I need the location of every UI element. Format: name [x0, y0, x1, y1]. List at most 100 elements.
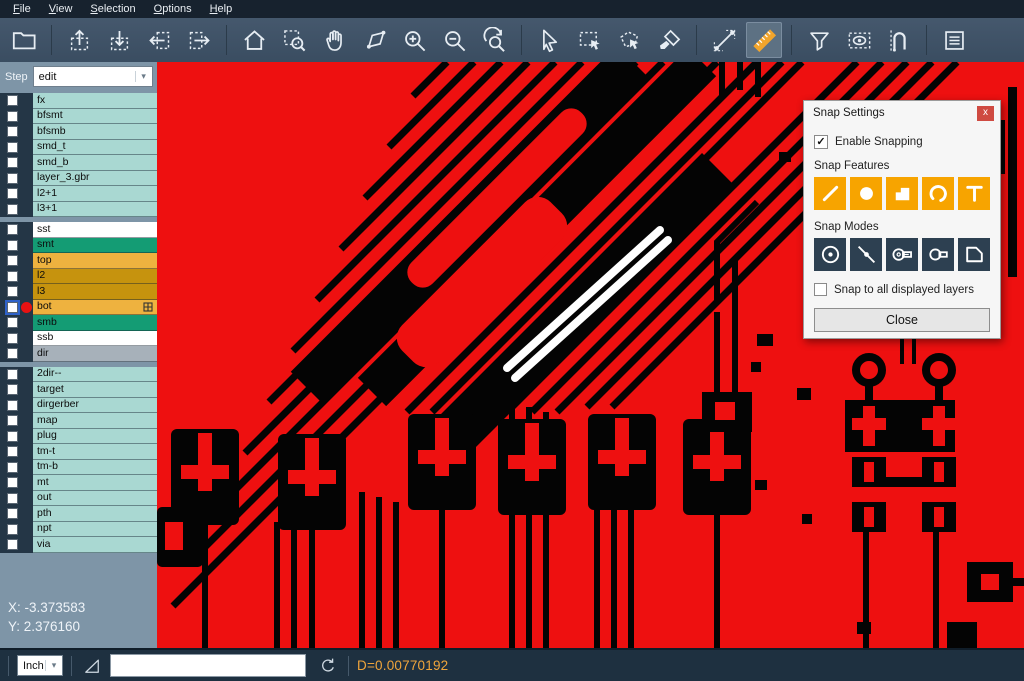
layer-name[interactable]: smt	[33, 238, 157, 254]
layer-row-smd_t[interactable]: smd_t	[0, 140, 157, 156]
snap-feature-line-button[interactable]	[814, 177, 846, 210]
dialog-titlebar[interactable]: Snap Settings x	[804, 101, 1000, 125]
tool-layer-panel-button[interactable]	[936, 22, 972, 58]
tool-box-arrow-left-button[interactable]	[141, 22, 177, 58]
layer-visibility-checkbox[interactable]	[7, 524, 18, 535]
layer-name[interactable]: layer_3.gbr	[33, 171, 157, 187]
layer-row-pth[interactable]: pth	[0, 506, 157, 522]
snap-feature-text-button[interactable]	[958, 177, 990, 210]
layer-name[interactable]: l2	[33, 269, 157, 285]
step-select[interactable]: edit ▾	[33, 66, 153, 87]
layer-row-sst[interactable]: sst	[0, 222, 157, 238]
layer-row-plug[interactable]: plug	[0, 429, 157, 445]
menu-item-file[interactable]: File	[4, 0, 40, 18]
layer-visibility-checkbox[interactable]	[7, 415, 18, 426]
menu-item-view[interactable]: View	[40, 0, 82, 18]
tool-box-arrow-down-button[interactable]	[101, 22, 137, 58]
layer-name[interactable]: plug	[33, 429, 157, 445]
angle-icon[interactable]	[80, 654, 104, 678]
layer-visibility-checkbox[interactable]	[7, 111, 18, 122]
layer-visibility-checkbox[interactable]	[7, 446, 18, 457]
snap-mode-center-button[interactable]	[814, 238, 846, 271]
layer-row-l3[interactable]: l3	[0, 284, 157, 300]
tool-box-arrow-right-button[interactable]	[181, 22, 217, 58]
tool-zoom-skew-button[interactable]	[356, 22, 392, 58]
layer-visibility-checkbox[interactable]	[7, 271, 18, 282]
tool-box-arrow-up-button[interactable]	[61, 22, 97, 58]
snap-all-layers-checkbox[interactable]	[814, 283, 827, 296]
layer-name[interactable]: bfsmt	[33, 109, 157, 125]
layer-name[interactable]: smd_b	[33, 155, 157, 171]
tool-open-folder-button[interactable]	[6, 22, 42, 58]
snap-mode-on-line-button[interactable]	[850, 238, 882, 271]
menu-item-help[interactable]: Help	[201, 0, 242, 18]
layer-row-fx[interactable]: fx	[0, 93, 157, 109]
layer-row-bot[interactable]: bot	[0, 300, 157, 316]
unit-select[interactable]: Inch ▾	[17, 655, 63, 676]
refresh-icon[interactable]	[316, 654, 340, 678]
tool-zoom-window-button[interactable]	[276, 22, 312, 58]
layer-visibility-checkbox[interactable]	[7, 333, 18, 344]
layer-name[interactable]: pth	[33, 506, 157, 522]
layer-name[interactable]: via	[33, 537, 157, 553]
layer-row-npt[interactable]: npt	[0, 522, 157, 538]
layer-name[interactable]: top	[33, 253, 157, 269]
snap-feature-arc-button[interactable]	[922, 177, 954, 210]
layer-row-l3+1[interactable]: l3+1	[0, 202, 157, 218]
layer-row-dir[interactable]: dir	[0, 346, 157, 362]
layer-row-smb[interactable]: smb	[0, 315, 157, 331]
layer-name[interactable]: npt	[33, 522, 157, 538]
layer-row-l2+1[interactable]: l2+1	[0, 186, 157, 202]
layer-row-bfsmt[interactable]: bfsmt	[0, 109, 157, 125]
layer-name[interactable]: 2dir--	[33, 367, 157, 383]
layer-row-smd_b[interactable]: smd_b	[0, 155, 157, 171]
layer-visibility-checkbox[interactable]	[7, 508, 18, 519]
layer-name[interactable]: fx	[33, 93, 157, 109]
layer-name[interactable]: smd_t	[33, 140, 157, 156]
layer-name[interactable]: tm-t	[33, 444, 157, 460]
tool-measure-line-button[interactable]	[706, 22, 742, 58]
layer-name[interactable]: smb	[33, 315, 157, 331]
tool-select-rect-button[interactable]	[571, 22, 607, 58]
layer-visibility-checkbox[interactable]	[7, 369, 18, 380]
layer-row-map[interactable]: map	[0, 413, 157, 429]
tool-home-button[interactable]	[236, 22, 272, 58]
layer-visibility-checkbox[interactable]	[7, 142, 18, 153]
layer-name[interactable]: out	[33, 491, 157, 507]
tool-zoom-in-button[interactable]	[396, 22, 432, 58]
dialog-close-button[interactable]: Close	[814, 308, 990, 332]
snap-feature-surface-button[interactable]	[886, 177, 918, 210]
layer-visibility-checkbox[interactable]	[7, 317, 18, 328]
layer-visibility-checkbox[interactable]	[7, 95, 18, 106]
layer-name[interactable]: tm-b	[33, 460, 157, 476]
layer-visibility-checkbox[interactable]	[7, 188, 18, 199]
layer-visibility-checkbox[interactable]	[7, 126, 18, 137]
layer-name[interactable]: mt	[33, 475, 157, 491]
layer-name[interactable]: bfsmb	[33, 124, 157, 140]
layer-name[interactable]: sst	[33, 222, 157, 238]
layer-name[interactable]: dirgerber	[33, 398, 157, 414]
layer-row-bfsmb[interactable]: bfsmb	[0, 124, 157, 140]
tool-view-box-button[interactable]	[841, 22, 877, 58]
layer-visibility-checkbox[interactable]	[7, 431, 18, 442]
layer-row-out[interactable]: out	[0, 491, 157, 507]
layer-row-layer_3.gbr[interactable]: layer_3.gbr	[0, 171, 157, 187]
snap-mode-contour-button[interactable]	[958, 238, 990, 271]
tool-measure-ruler-button[interactable]	[746, 22, 782, 58]
layer-row-top[interactable]: top	[0, 253, 157, 269]
snap-mode-slot-hole-button[interactable]	[886, 238, 918, 271]
layer-name[interactable]: target	[33, 382, 157, 398]
layer-visibility-checkbox[interactable]	[7, 400, 18, 411]
menu-item-options[interactable]: Options	[145, 0, 201, 18]
measure-input[interactable]	[110, 654, 306, 677]
snap-feature-pad-button[interactable]	[850, 177, 882, 210]
layer-name[interactable]: l3	[33, 284, 157, 300]
layer-visibility-checkbox[interactable]	[7, 348, 18, 359]
layer-visibility-checkbox[interactable]	[7, 173, 18, 184]
tool-clean-brush-button[interactable]	[651, 22, 687, 58]
snap-mode-slot-button[interactable]	[922, 238, 954, 271]
layer-row-smt[interactable]: smt	[0, 238, 157, 254]
tool-zoom-previous-button[interactable]	[476, 22, 512, 58]
close-icon[interactable]: x	[977, 106, 994, 121]
layer-row-mt[interactable]: mt	[0, 475, 157, 491]
